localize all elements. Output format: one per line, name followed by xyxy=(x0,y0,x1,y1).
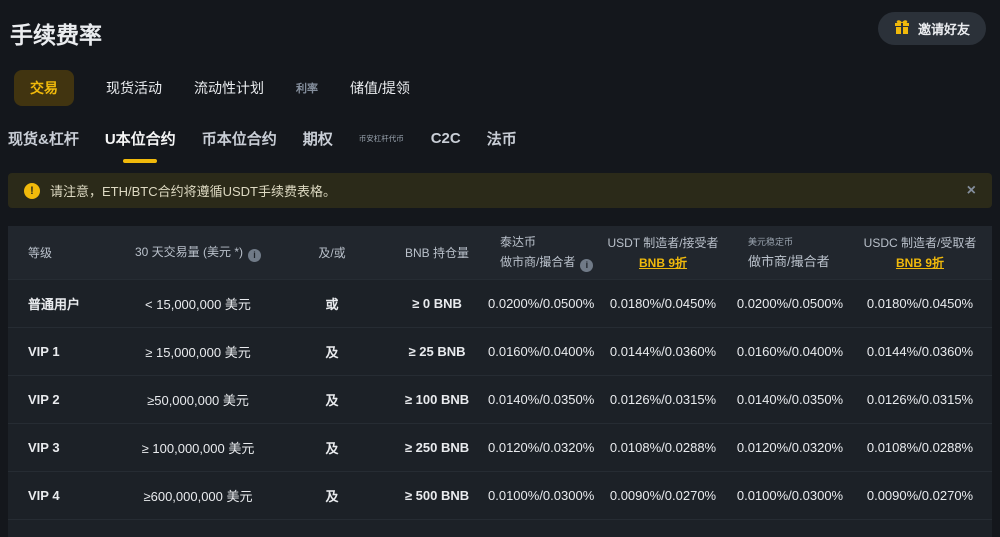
tab-interest-rate[interactable]: 利率 xyxy=(296,80,318,96)
header-level: 等级 xyxy=(28,246,53,260)
tab-c2c[interactable]: C2C xyxy=(431,130,461,149)
invite-friends-button[interactable]: 邀请好友 xyxy=(877,12,986,45)
header-volume: 30 天交易量 (美元 *) i xyxy=(118,243,278,262)
primary-tab-bar: 交易 现货活动 流动性计划 利率 储值/提领 xyxy=(14,70,1000,106)
gift-icon xyxy=(894,19,910,38)
header-usdc-bnb-discount: USDC 制造者/受取者 BNB 9折 xyxy=(848,234,992,271)
usdc-bnb-fee-cell: 0.0180%/0.0450% xyxy=(866,296,974,311)
topbar: 手续费率 邀请好友 xyxy=(0,0,1000,50)
tab-options[interactable]: 期权 xyxy=(303,128,333,151)
tab-spot-margin[interactable]: 现货&杠杆 xyxy=(8,128,79,151)
volume-cell: ≥ 15,000,000 美元 xyxy=(145,345,251,360)
table-row: VIP 5 ≥ 1,000,000,000 美元 及 ≥ 1,000 BNB 0… xyxy=(8,519,992,537)
header-usdc-maker-taker: 美元稳定币 做市商/撮合者 xyxy=(732,235,848,270)
info-icon[interactable]: i xyxy=(248,248,261,262)
table-row: VIP 3 ≥ 100,000,000 美元 及 ≥ 250 BNB 0.012… xyxy=(8,423,992,471)
level-cell: 普通用户 xyxy=(28,297,81,312)
tab-fiat[interactable]: 法币 xyxy=(487,128,517,151)
usdc-bnb-fee-cell: 0.0144%/0.0360% xyxy=(866,344,974,359)
header-usdc-sub: 做市商/撮合者 xyxy=(748,254,830,269)
bnb-discount-link[interactable]: BNB 9折 xyxy=(896,256,944,270)
usdt-bnb-fee-cell: 0.0126%/0.0315% xyxy=(609,392,717,407)
header-usdt-title: 泰达币 xyxy=(500,235,537,250)
tab-deposit-withdraw[interactable]: 储值/提领 xyxy=(350,78,410,98)
usdt-fee-cell: 0.0200%/0.0500% xyxy=(488,296,595,311)
tab-liquidity-plan[interactable]: 流动性计划 xyxy=(194,78,264,98)
and-or-cell: 及 xyxy=(325,345,339,360)
tab-usdm-futures[interactable]: U本位合约 xyxy=(104,128,176,163)
volume-cell: ≥50,000,000 美元 xyxy=(147,393,249,408)
usdc-fee-cell: 0.0140%/0.0350% xyxy=(736,392,844,407)
level-cell: VIP 4 xyxy=(28,488,60,503)
usdt-fee-cell: 0.0140%/0.0350% xyxy=(488,392,595,407)
tab-leveraged-tokens[interactable]: 币安杠杆代币 xyxy=(359,134,405,145)
table-row: VIP 2 ≥50,000,000 美元 及 ≥ 100 BNB 0.0140%… xyxy=(8,375,992,423)
usdt-bnb-fee-cell: 0.0144%/0.0360% xyxy=(609,344,717,359)
tab-trade[interactable]: 交易 xyxy=(14,70,74,106)
usdc-fee-cell: 0.0200%/0.0500% xyxy=(736,296,844,311)
invite-friends-label: 邀请好友 xyxy=(917,22,970,37)
info-icon[interactable]: i xyxy=(580,258,594,272)
and-or-cell: 及 xyxy=(325,393,339,408)
header-usdt-sub: 做市商/撮合者 xyxy=(500,255,576,270)
bnb-cell: ≥ 250 BNB xyxy=(404,440,470,455)
volume-cell: < 15,000,000 美元 xyxy=(145,297,251,312)
table-row: VIP 4 ≥600,000,000 美元 及 ≥ 500 BNB 0.0100… xyxy=(8,471,992,519)
level-cell: VIP 1 xyxy=(28,344,60,359)
warning-icon: ! xyxy=(24,182,40,199)
volume-cell: ≥600,000,000 美元 xyxy=(143,489,253,504)
bnb-cell: ≥ 0 BNB xyxy=(412,296,462,311)
header-usdt-bnb-title: USDT 制造者/接受者 xyxy=(607,236,719,250)
close-icon[interactable]: × xyxy=(967,182,976,200)
usdc-bnb-fee-cell: 0.0090%/0.0270% xyxy=(866,488,974,503)
usdc-fee-cell: 0.0120%/0.0320% xyxy=(736,440,844,455)
usdt-fee-cell: 0.0160%/0.0400% xyxy=(488,344,595,359)
usdc-bnb-fee-cell: 0.0126%/0.0315% xyxy=(866,392,974,407)
usdc-fee-cell: 0.0160%/0.0400% xyxy=(736,344,844,359)
tab-usdm-futures-label: U本位合约 xyxy=(104,131,176,148)
usdt-bnb-fee-cell: 0.0108%/0.0288% xyxy=(609,440,717,455)
bnb-cell: ≥ 100 BNB xyxy=(404,392,470,407)
header-bnb-balance: BNB 持仓量 xyxy=(404,246,469,260)
usdc-bnb-fee-cell: 0.0108%/0.0288% xyxy=(866,440,974,455)
table-row: 普通用户 < 15,000,000 美元 或 ≥ 0 BNB 0.0200%/0… xyxy=(8,279,992,327)
volume-cell: ≥ 100,000,000 美元 xyxy=(141,441,255,456)
table-row: VIP 1 ≥ 15,000,000 美元 及 ≥ 25 BNB 0.0160%… xyxy=(8,327,992,375)
header-and-or: 及/或 xyxy=(318,246,346,260)
notice-text: 请注意，ETH/BTC合约将遵循USDT手续费表格。 xyxy=(50,184,337,199)
header-usdc-bnb-title: USDC 制造者/受取者 xyxy=(863,236,977,250)
notice-banner: ! 请注意，ETH/BTC合约将遵循USDT手续费表格。 × xyxy=(8,173,992,208)
tab-spot-activity[interactable]: 现货活动 xyxy=(106,78,162,98)
and-or-cell: 及 xyxy=(325,489,339,504)
usdt-bnb-fee-cell: 0.0090%/0.0270% xyxy=(609,488,717,503)
bnb-cell: ≥ 25 BNB xyxy=(408,344,466,359)
level-cell: VIP 2 xyxy=(28,392,60,407)
page-title: 手续费率 xyxy=(10,22,102,48)
level-cell: VIP 3 xyxy=(28,440,60,455)
bnb-discount-link[interactable]: BNB 9折 xyxy=(639,256,687,270)
usdc-fee-cell: 0.0100%/0.0300% xyxy=(736,488,844,503)
table-header-row: 等级 30 天交易量 (美元 *) i 及/或 BNB 持仓量 泰达币 做市商/撮… xyxy=(8,226,992,279)
active-tab-underline xyxy=(123,159,158,163)
usdt-fee-cell: 0.0100%/0.0300% xyxy=(488,488,595,503)
fee-table: 等级 30 天交易量 (美元 *) i 及/或 BNB 持仓量 泰达币 做市商/撮… xyxy=(8,226,992,537)
header-usdt-maker-taker: 泰达币 做市商/撮合者 i xyxy=(488,233,594,272)
secondary-tab-bar: 现货&杠杆 U本位合约 币本位合约 期权 币安杠杆代币 C2C 法币 xyxy=(8,128,1000,163)
header-usdc-title: 美元稳定币 xyxy=(748,237,794,247)
bnb-cell: ≥ 500 BNB xyxy=(404,488,470,503)
header-usdt-bnb-discount: USDT 制造者/接受者 BNB 9折 xyxy=(594,234,732,271)
usdt-fee-cell: 0.0120%/0.0320% xyxy=(488,440,595,455)
usdt-bnb-fee-cell: 0.0180%/0.0450% xyxy=(609,296,717,311)
and-or-cell: 及 xyxy=(325,441,339,456)
header-volume-label: 30 天交易量 (美元 *) xyxy=(134,245,243,260)
and-or-cell: 或 xyxy=(325,297,339,312)
tab-coinm-futures[interactable]: 币本位合约 xyxy=(202,128,277,151)
